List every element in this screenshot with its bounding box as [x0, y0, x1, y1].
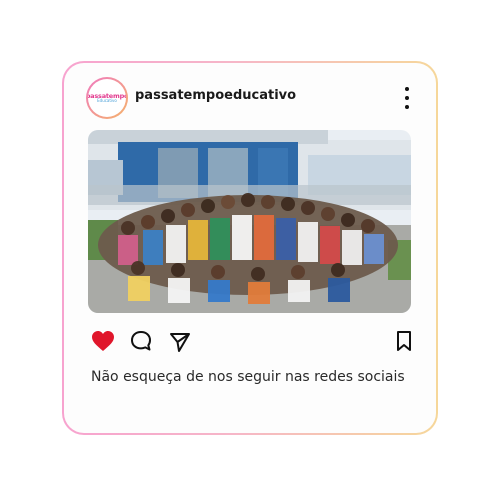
avatar-logo: passatempo Educativo — [88, 79, 126, 117]
bookmark-icon[interactable] — [396, 330, 412, 352]
more-options-icon[interactable] — [403, 87, 411, 109]
post-photo[interactable] — [88, 130, 411, 313]
send-icon[interactable] — [169, 331, 191, 353]
username[interactable]: passatempoeducativo — [135, 88, 296, 103]
heart-icon[interactable] — [91, 330, 115, 352]
post-card: passatempo Educativo passatempoeducativo — [64, 63, 436, 433]
avatar-logo-subtext: Educativo — [97, 98, 117, 104]
avatar[interactable]: passatempo Educativo — [86, 77, 128, 119]
post-caption: Não esqueça de nos seguir nas redes soci… — [91, 369, 405, 385]
comment-icon[interactable] — [130, 330, 152, 352]
post-card-border: passatempo Educativo passatempoeducativo — [62, 61, 438, 435]
